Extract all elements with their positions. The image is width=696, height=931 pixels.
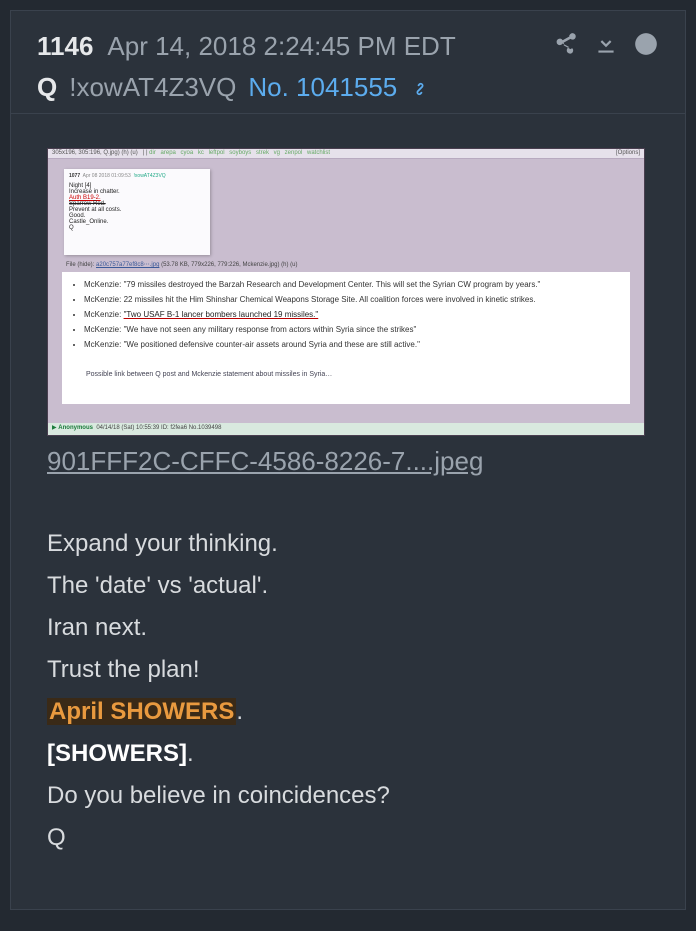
embed-file-link: File (hide): a20c757a77ef8c8⋯.jpg (53.78… [66, 261, 298, 268]
tripcode: !xowAT4Z3VQ [69, 72, 236, 103]
post-no-link[interactable]: No. 1041555 [248, 72, 397, 103]
msg-line: Iran next. [47, 607, 649, 649]
embed-breadcrumb: dir arepa cyoa kc leftpol soyboys strek … [149, 150, 333, 156]
embedded-image[interactable]: 305x196, 305:196, Q.jpg) (h) (u) | | dir… [47, 148, 645, 436]
image-filename-link[interactable]: 901FFF2C-CFFC-4586-8226-7....jpeg [47, 446, 483, 477]
msg-line: Q [47, 817, 649, 859]
post-number: 1146 [37, 31, 93, 62]
download-icon[interactable] [593, 31, 619, 62]
embed-bullets: McKenzie: "79 missiles destroyed the Bar… [62, 272, 630, 404]
msg-line: Expand your thinking. [47, 523, 649, 565]
embed-footer: ▶ Anonymous Anonymous 04/14/18 (Sat) 10:… [48, 423, 644, 435]
msg-line: April SHOWERS. [47, 691, 649, 733]
message-body: Expand your thinking. The 'date' vs 'act… [47, 523, 649, 859]
link-icon[interactable] [409, 72, 431, 103]
post-body: 305x196, 305:196, Q.jpg) (h) (u) | | dir… [11, 114, 685, 869]
msg-line: [SHOWERS]. [47, 733, 649, 775]
msg-line: Trust the plan! [47, 649, 649, 691]
q-letter: Q [37, 72, 57, 103]
msg-line: The 'date' vs 'actual'. [47, 565, 649, 607]
embed-options: [Options] [616, 150, 640, 157]
post-header: 1146 Apr 14, 2018 2:24:45 PM EDT Q !xowA… [11, 11, 685, 114]
embed-topbar: 305x196, 305:196, Q.jpg) (h) (u) | | dir… [48, 149, 644, 159]
arrow-right-circle-icon[interactable] [633, 31, 659, 62]
post-date: Apr 14, 2018 2:24:45 PM EDT [107, 31, 455, 62]
post-card: 1146 Apr 14, 2018 2:24:45 PM EDT Q !xowA… [10, 10, 686, 910]
embed-inner-post: 1077 Apr 08 2018 01:09:53 !xowAT4Z3VQ Ni… [64, 169, 210, 255]
highlight-orange: April SHOWERS [47, 698, 236, 725]
share-icon[interactable] [553, 31, 579, 62]
msg-line: Do you believe in coincidences? [47, 775, 649, 817]
embed-summary: Possible link between Q post and Mckenzi… [86, 371, 332, 378]
